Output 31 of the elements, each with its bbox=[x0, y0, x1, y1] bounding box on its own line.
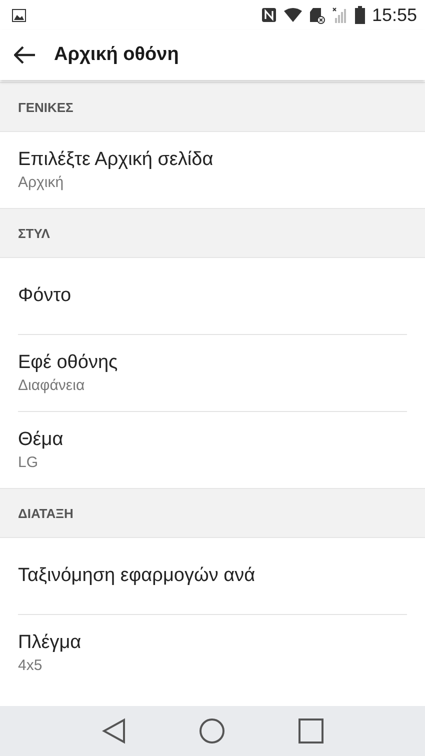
clock-time: 15:55 bbox=[372, 4, 417, 26]
item-title: Θέμα bbox=[18, 429, 64, 451]
gallery-icon bbox=[12, 8, 26, 22]
item-subtitle: Διαφάνεια bbox=[18, 377, 86, 394]
settings-item[interactable]: Ταξινόμηση εφαρμογών ανά bbox=[18, 538, 407, 615]
settings-item[interactable]: Φόντο bbox=[18, 258, 407, 335]
sd-card-icon bbox=[308, 6, 325, 24]
nfc-icon bbox=[260, 7, 277, 23]
battery-icon bbox=[354, 6, 365, 24]
settings-item[interactable]: Θέμα LG bbox=[18, 412, 407, 488]
item-title: Ταξινόμηση εφαρμογών ανά bbox=[18, 565, 256, 587]
settings-item[interactable]: Εφέ οθόνης Διαφάνεια bbox=[18, 335, 407, 412]
recents-button[interactable] bbox=[298, 718, 324, 744]
item-title: Επιλέξτε Αρχική σελίδα bbox=[18, 149, 214, 171]
back-nav-button[interactable] bbox=[102, 718, 126, 744]
item-title: Πλέγμα bbox=[18, 632, 82, 654]
section-title: ΣΤΥΛ bbox=[18, 226, 50, 240]
item-title: Εφέ οθόνης bbox=[18, 352, 119, 374]
signal-icon bbox=[332, 6, 348, 24]
item-subtitle: LG bbox=[18, 454, 40, 471]
item-subtitle: Αρχική bbox=[18, 174, 65, 191]
home-button[interactable] bbox=[198, 718, 224, 744]
section-title: ΓΕΝΙΚΕΣ bbox=[18, 100, 74, 114]
settings-item[interactable]: Επιλέξτε Αρχική σελίδα Αρχική bbox=[18, 132, 407, 208]
item-title: Φόντο bbox=[18, 285, 72, 307]
section-title: ΔΙΑΤΑΞΗ bbox=[18, 506, 74, 520]
settings-item[interactable]: Πλέγμα 4x5 bbox=[18, 615, 407, 691]
item-subtitle: 4x5 bbox=[18, 657, 44, 674]
screen-title: Αρχική οθόνη bbox=[54, 44, 179, 66]
wifi-icon bbox=[284, 8, 302, 22]
back-button[interactable] bbox=[14, 46, 36, 64]
